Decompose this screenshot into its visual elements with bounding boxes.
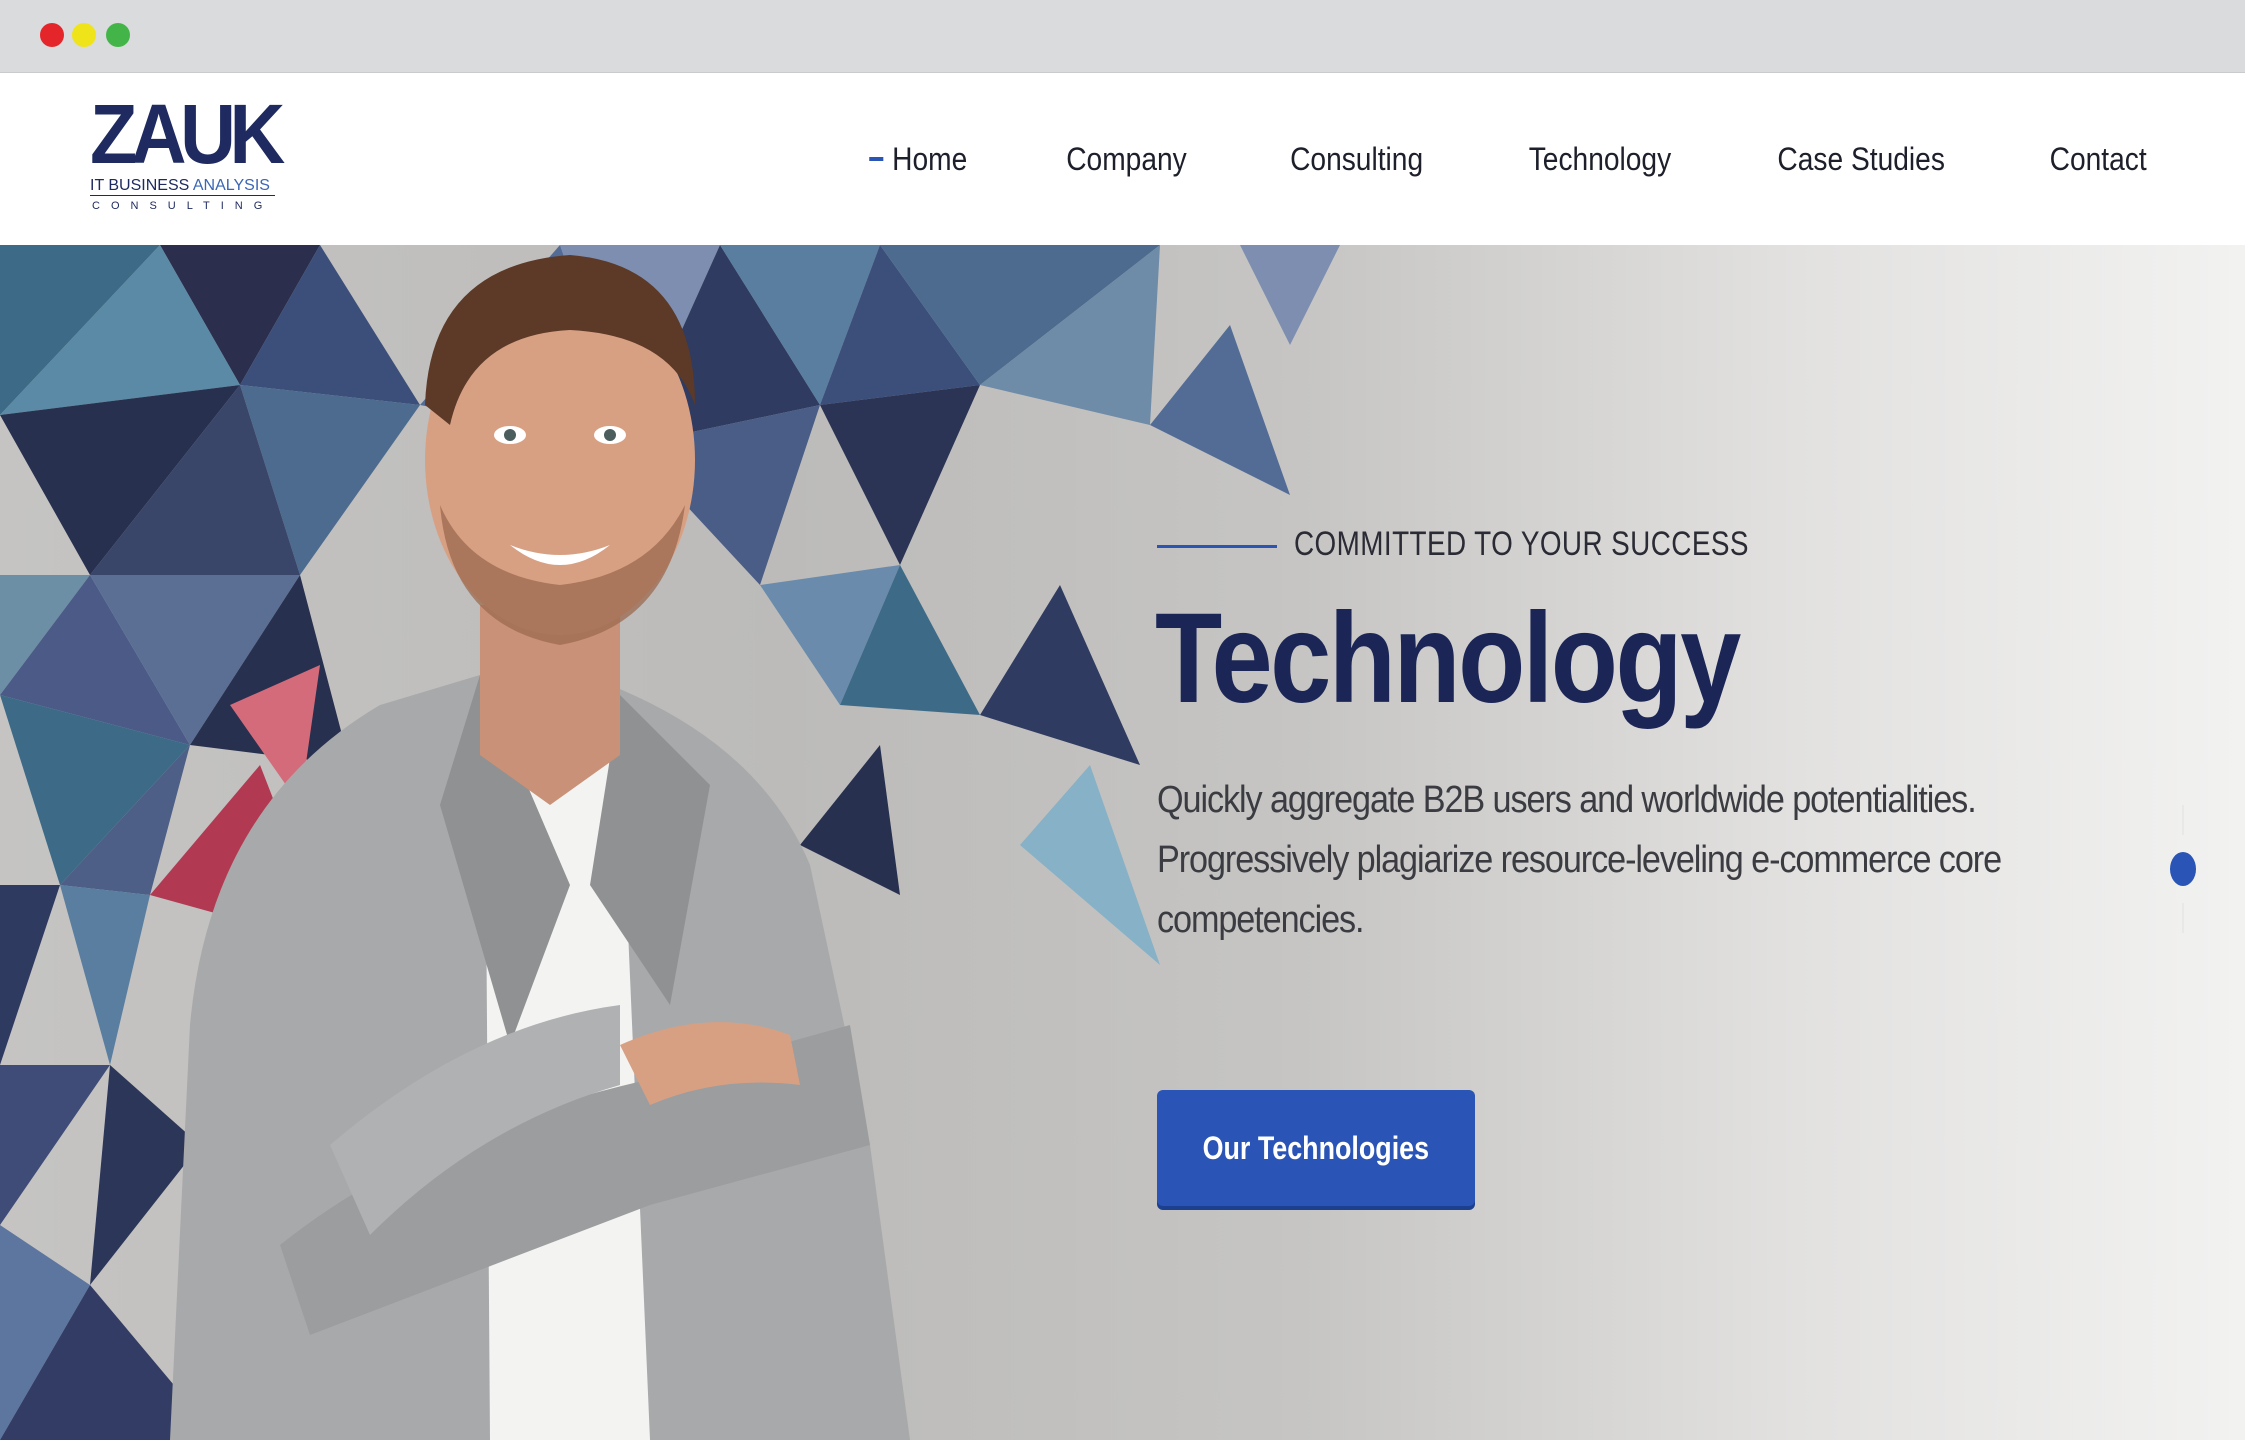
slider-line-bottom: [2182, 903, 2184, 933]
nav-item-case-studies[interactable]: Case Studies: [1778, 141, 1945, 178]
logo-subtitle-part1: IT BUSINESS: [90, 177, 193, 194]
nav-item-company[interactable]: Company: [1067, 141, 1188, 178]
slider-dot-active[interactable]: [2170, 852, 2196, 886]
logo-subtitle-part2: ANALYSIS: [192, 177, 270, 194]
logo-consulting-text: CONSULTING: [92, 200, 274, 212]
hero-description: Quickly aggregate B2B users and worldwid…: [1157, 779, 2002, 941]
our-technologies-button[interactable]: Our Technologies: [1157, 1090, 1475, 1206]
logo-subtitle: IT BUSINESS ANALYSIS: [90, 177, 275, 196]
nav-item-consulting[interactable]: Consulting: [1290, 141, 1423, 178]
slider-pagination: [2168, 805, 2198, 935]
nav-item-contact[interactable]: Contact: [2049, 141, 2146, 178]
hero-person-image: [170, 255, 910, 1440]
nav-item-technology[interactable]: Technology: [1528, 141, 1670, 178]
hero-section: COMMITTED TO YOUR SUCCESS Technology Qui…: [0, 245, 2245, 1440]
slider-line-top: [2182, 805, 2184, 835]
logo-mark: ZAUK: [90, 87, 285, 181]
browser-window-bar: [0, 0, 2245, 73]
minimize-window-icon[interactable]: [72, 23, 96, 47]
hero-title: Technology: [1155, 587, 1741, 730]
tagline-accent-line: [1157, 545, 1277, 548]
site-header: ZAUK IT BUSINESS ANALYSIS CONSULTING Hom…: [0, 73, 2245, 245]
nav-item-home[interactable]: Home: [892, 141, 967, 178]
maximize-window-icon[interactable]: [106, 23, 130, 47]
site-logo[interactable]: ZAUK IT BUSINESS ANALYSIS CONSULTING: [90, 87, 285, 218]
main-navigation: Home Company Consulting Technology Case …: [887, 73, 2153, 245]
hero-tagline: COMMITTED TO YOUR SUCCESS: [1294, 525, 1749, 563]
our-technologies-button-label: Our Technologies: [1202, 1129, 1430, 1166]
close-window-icon[interactable]: [40, 23, 64, 47]
